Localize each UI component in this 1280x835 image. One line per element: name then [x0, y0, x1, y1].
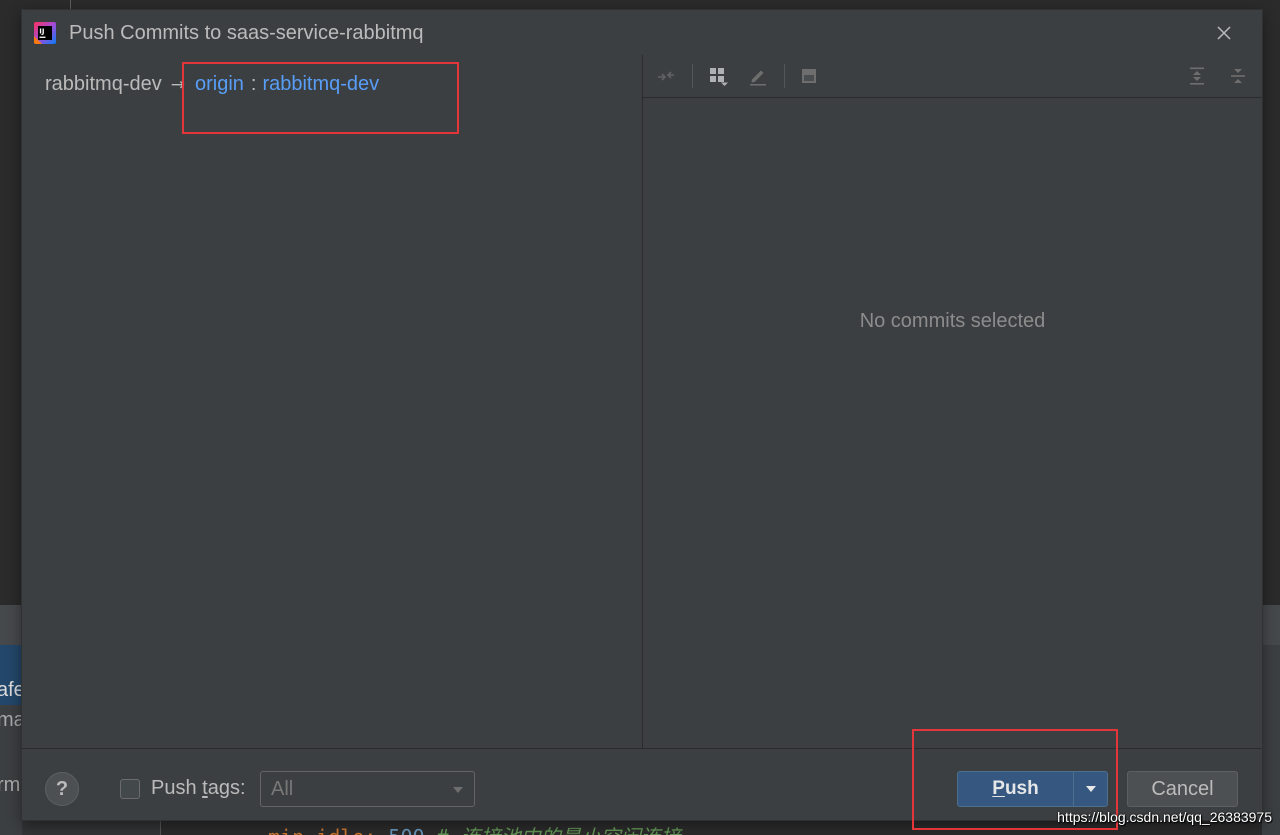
background-left-strip: afe maf rm [0, 645, 22, 835]
details-toolbar [643, 55, 1262, 98]
show-diff-icon [658, 71, 674, 81]
background-text-fragment: maf [0, 709, 22, 731]
toolbar-separator [692, 64, 693, 88]
push-tags-label-prefix: Push [151, 777, 203, 799]
help-button[interactable]: ? [45, 772, 79, 806]
collapse-all-button[interactable] [1228, 66, 1248, 86]
commit-details-panel: No commits selected [643, 55, 1262, 748]
chevron-down-icon [452, 786, 464, 794]
dialog-title-bar[interactable]: IJ Push Commits to saas-service-rabbitmq [22, 10, 1262, 55]
edit-source-icon [750, 70, 766, 86]
logo-lettering: IJ [39, 28, 44, 36]
preview-diff-button[interactable] [799, 66, 819, 86]
expand-all-button[interactable] [1187, 66, 1207, 86]
edit-source-button[interactable] [748, 66, 768, 86]
intellij-idea-logo-icon: IJ [34, 22, 56, 44]
code-key: min-idle [268, 825, 364, 835]
background-text-fragment: rm [0, 774, 21, 796]
preview-diff-icon [802, 69, 816, 83]
annotation-box [182, 62, 459, 134]
push-tags-select-value: All [271, 778, 294, 800]
code-colon: : [364, 825, 376, 835]
close-icon [1217, 26, 1231, 40]
dialog-title: Push Commits to saas-service-rabbitmq [69, 22, 424, 44]
cancel-button[interactable]: Cancel [1127, 771, 1238, 807]
background-divider [70, 0, 71, 10]
watermark: https://blog.csdn.net/qq_26383975 [1057, 809, 1272, 825]
background-right-strip [1262, 645, 1280, 835]
push-tags-select[interactable]: All [260, 771, 475, 807]
local-branch-label: rabbitmq-dev [45, 73, 162, 95]
show-diff-button[interactable] [656, 66, 676, 86]
push-tags-label-suffix: ags: [207, 777, 246, 799]
push-tags-label[interactable]: Push tags: [151, 775, 246, 801]
ide-background: afe maf rm min-idle: 500 # 连接池中的最小空闲连接 [0, 0, 1280, 835]
background-code-line: min-idle: 500 # 连接池中的最小空闲连接 [268, 825, 681, 835]
code-comment: # 连接池中的最小空闲连接 [437, 825, 681, 835]
background-text-fragment: afe [0, 679, 22, 701]
code-value: 500 [388, 825, 424, 835]
no-commits-label: No commits selected [859, 310, 1046, 332]
push-tags-checkbox[interactable] [120, 779, 140, 799]
close-button[interactable] [1216, 25, 1232, 41]
group-by-icon [710, 68, 728, 86]
push-tree-panel: rabbitmq-dev → origin: rabbitmq-dev [22, 55, 642, 748]
toolbar-separator [784, 64, 785, 88]
expand-all-icon [1190, 67, 1204, 85]
collapse-all-icon [1231, 69, 1245, 83]
background-editor-gutter [22, 820, 161, 835]
group-by-button[interactable] [708, 66, 728, 86]
